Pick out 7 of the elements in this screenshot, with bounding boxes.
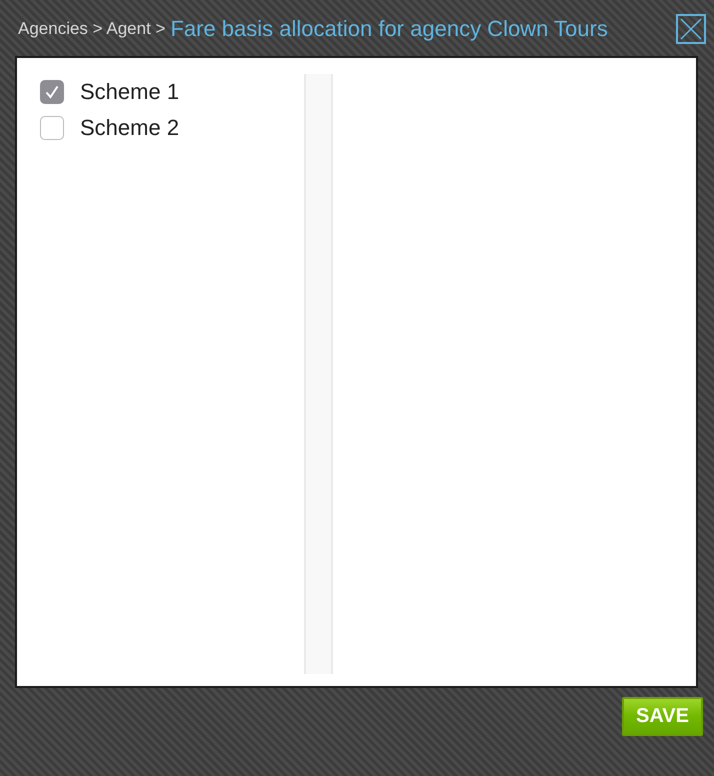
checkbox-label: Scheme 2 xyxy=(80,115,180,141)
dialog-title: Fare basis allocation for agency Clown Tours xyxy=(170,16,608,42)
breadcrumb[interactable]: Agencies > Agent > xyxy=(18,19,166,39)
checkbox[interactable] xyxy=(40,80,64,104)
checkbox-label: Scheme 1 xyxy=(80,79,180,105)
checkbox[interactable] xyxy=(40,116,64,140)
close-icon[interactable] xyxy=(676,14,706,44)
